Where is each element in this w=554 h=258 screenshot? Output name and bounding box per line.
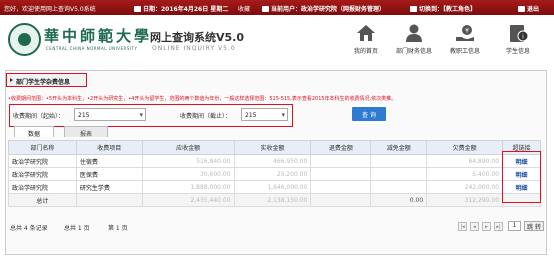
table-row: 政治学研究院 研究生学费 1,888,000.00 1,646,000.00 2… <box>8 180 541 194</box>
table-total-row: 总计 2,435,440.00 2,138,150.00 0.00 312,29… <box>8 193 541 207</box>
university-name-en: CENTRAL CHINA NORMAL UNIVERSITY <box>46 46 138 51</box>
page-number-input[interactable]: 1 <box>508 221 521 231</box>
cell-item: 研究生学费 <box>75 180 143 194</box>
total-waiver: 0.00 <box>370 193 428 207</box>
total-received: 2,138,150.00 <box>233 193 312 207</box>
current-user-text: 当前用户：政治学研究院（网报财务管理） <box>262 4 385 13</box>
col-due[interactable]: 应收金额 <box>141 140 235 155</box>
breadcrumb: 部门学生学杂费信息 <box>6 73 87 87</box>
power-icon <box>518 6 525 12</box>
nav-staff-info[interactable]: ¥ 教职工信息 <box>443 23 487 55</box>
top-bar: 您好，欢迎使用网上查询V5.0系统 日期：2016年4月26日 星期二 收藏 当… <box>0 0 554 15</box>
last-page-button[interactable]: ▸| <box>494 222 503 231</box>
cell-dept: 政治学研究院 <box>8 167 77 181</box>
nav-staff-info-label: 教职工信息 <box>449 48 480 55</box>
cell-owed: 242,000.00 <box>426 180 504 194</box>
start-period-label: 收费期间（起始）： <box>13 113 65 120</box>
welcome-text: 您好，欢迎使用网上查询V5.0系统 <box>4 6 96 13</box>
total-item <box>75 193 143 207</box>
switch-role-link[interactable]: 切换到：【教工角色】 <box>410 4 476 13</box>
nav-home[interactable]: 我的首页 <box>344 23 388 55</box>
notice-text: •收费期间范围：•5开头为本科生，•2开头为研究生，•4开头为留学生，范围的两个… <box>8 96 397 102</box>
cell-waiver <box>370 167 428 181</box>
total-owed: 312,290.00 <box>426 193 504 207</box>
end-period-label: 收费期间（截止）： <box>180 113 232 120</box>
tab-report[interactable]: 报表 <box>64 126 108 138</box>
cell-received: 466,950.00 <box>233 154 312 168</box>
col-owed[interactable]: 欠费金额 <box>426 140 504 155</box>
go-button[interactable]: 跳 转 <box>524 221 544 231</box>
query-button[interactable]: 查 询 <box>352 107 386 121</box>
home-icon <box>357 25 375 41</box>
date-text: 日期：2016年4月26日 星期二 <box>134 4 228 13</box>
cell-dept: 政治学研究院 <box>8 180 77 194</box>
start-period-select[interactable]: 215 <box>74 108 146 121</box>
cell-due: 1,888,000.00 <box>141 180 235 194</box>
system-subtitle: ONLINE INQUIRY V5.0 <box>152 45 236 52</box>
cell-waiver <box>370 180 428 194</box>
logout-link[interactable]: 退出 <box>518 4 539 13</box>
first-page-button[interactable]: |◂ <box>458 222 467 231</box>
cell-refund <box>310 167 372 181</box>
total-refund <box>310 193 372 207</box>
student-info-icon: i <box>510 25 529 42</box>
col-waiver[interactable]: 减免金额 <box>370 140 428 155</box>
nav-dept-finance-label: 部门财务信息 <box>395 48 432 55</box>
total-label: 总计 <box>8 193 77 207</box>
table-row: 政治学研究院 医保费 30,600.00 25,200.00 5,400.00 … <box>8 167 541 181</box>
cell-refund <box>310 154 372 168</box>
prev-page-button[interactable]: ◂ <box>470 222 479 231</box>
money-hand-icon: ¥ <box>456 25 474 41</box>
cell-received: 25,200.00 <box>233 167 312 181</box>
nav-student-info-label: 学生信息 <box>505 48 530 55</box>
cell-owed: 64,890.00 <box>426 154 504 168</box>
col-refund[interactable]: 退费金额 <box>310 140 372 155</box>
tab-data[interactable]: 数据 <box>14 126 54 138</box>
user-icon <box>406 24 422 42</box>
nav-dept-finance[interactable]: 部门财务信息 <box>392 23 436 55</box>
fee-table: 部门名称 收费项目 应收金额 实收金额 退费金额 减免金额 欠费金额 超链接 政… <box>8 140 541 207</box>
university-name: 華中師範大學 <box>44 27 153 45</box>
cell-due: 516,840.00 <box>141 154 235 168</box>
end-period-select[interactable]: 215 <box>241 108 288 121</box>
col-item[interactable]: 收费项目 <box>75 140 143 155</box>
detail-link-highlight <box>502 151 541 203</box>
favorite-link[interactable]: 收藏 <box>238 4 250 13</box>
system-title: 网上查询系统V5.0 <box>150 31 244 44</box>
pagination: 总共 4 条记录 总共 1 页 第 1 页 |◂ ◂ ▸ ▸| 1 跳 转 <box>6 220 546 233</box>
cell-due: 30,600.00 <box>141 167 235 181</box>
next-page-button[interactable]: ▸ <box>482 222 491 231</box>
record-count: 总共 4 条记录 <box>10 225 48 232</box>
col-dept[interactable]: 部门名称 <box>8 140 77 155</box>
cell-item: 住宿费 <box>75 154 143 168</box>
header: 華中師範大學 CENTRAL CHINA NORMAL UNIVERSITY 网… <box>0 15 554 68</box>
cell-refund <box>310 180 372 194</box>
cell-waiver <box>370 154 428 168</box>
nav-home-label: 我的首页 <box>353 48 378 55</box>
cell-received: 1,646,000.00 <box>233 180 312 194</box>
cell-owed: 5,400.00 <box>426 167 504 181</box>
nav-student-info[interactable]: i 学生信息 <box>496 23 540 55</box>
university-logo-icon <box>8 23 41 56</box>
current-page: 第 1 页 <box>108 225 128 232</box>
table-row: 政治学研究院 住宿费 516,840.00 466,950.00 64,890.… <box>8 154 541 168</box>
col-received[interactable]: 实收金额 <box>233 140 312 155</box>
user-icon <box>262 6 269 12</box>
total-due: 2,435,440.00 <box>141 193 235 207</box>
svg-text:¥: ¥ <box>465 28 469 35</box>
total-pages: 总共 1 页 <box>64 225 90 232</box>
cell-item: 医保费 <box>75 167 143 181</box>
calendar-icon <box>134 6 141 12</box>
table-header-row: 部门名称 收费项目 应收金额 实收金额 退费金额 减免金额 欠费金额 超链接 <box>8 140 541 155</box>
switch-icon <box>410 6 417 12</box>
cell-dept: 政治学研究院 <box>8 154 77 168</box>
